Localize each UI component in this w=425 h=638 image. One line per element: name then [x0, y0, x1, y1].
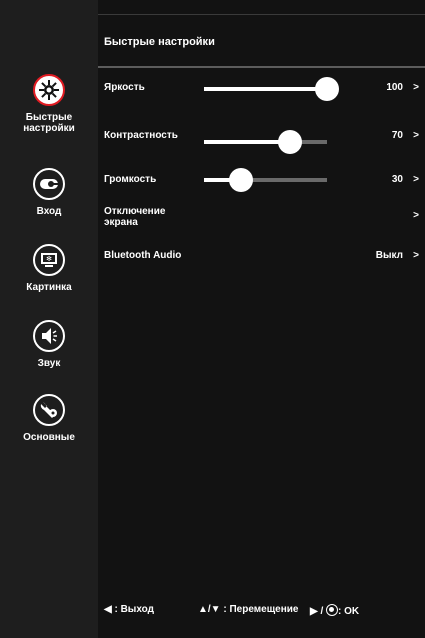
sidebar-item-label: Основные: [23, 432, 75, 443]
tools-icon: [33, 394, 65, 426]
setting-row-contrast[interactable]: Контрастность 70 >: [98, 130, 425, 154]
play-right-icon: ▶ /: [310, 606, 327, 617]
setting-value: 70: [391, 130, 403, 141]
key-hints-footer: ◀ : Выход ▲/▼ : Перемещение ▶ / : OK: [98, 604, 425, 624]
divider: [98, 14, 425, 15]
sidebar-item-general[interactable]: Основные: [0, 394, 98, 443]
navigate-hint: ▲/▼ : Перемещение: [198, 604, 299, 615]
ok-hint-label: : OK: [338, 606, 360, 617]
divider: [98, 66, 425, 68]
speaker-icon: [33, 320, 65, 352]
setting-row-bluetooth-audio[interactable]: Bluetooth Audio Выкл >: [98, 250, 425, 274]
ok-hint: ▶ / : OK: [310, 604, 359, 617]
gear-icon: [33, 74, 65, 106]
sidebar-item-label: Вход: [36, 206, 62, 217]
chevron-right-icon[interactable]: >: [413, 210, 419, 221]
sidebar-item-quick-settings[interactable]: Быстрые настройки: [0, 74, 98, 134]
slider-fill: [204, 87, 327, 91]
sidebar-item-label: Быстрые настройки: [23, 112, 75, 134]
input-icon: [33, 168, 65, 200]
sidebar-item-label: Картинка: [26, 282, 72, 293]
setting-value: 30: [391, 174, 403, 185]
sidebar-item-label: Звук: [37, 358, 61, 369]
sidebar-item-input[interactable]: Вход: [0, 168, 98, 217]
setting-label: Громкость: [104, 174, 157, 185]
setting-label: Контрастность: [104, 130, 178, 141]
page-title: Быстрые настройки: [104, 36, 215, 48]
setting-value: 100: [386, 82, 403, 93]
setting-label: Bluetooth Audio: [104, 250, 182, 261]
chevron-right-icon[interactable]: >: [413, 130, 419, 141]
chevron-right-icon[interactable]: >: [413, 82, 419, 93]
svg-text:✻: ✻: [46, 255, 52, 263]
setting-row-brightness[interactable]: Яркость 100 >: [98, 77, 425, 106]
picture-icon: ✻: [33, 244, 65, 276]
chevron-right-icon[interactable]: >: [413, 174, 419, 185]
volume-slider[interactable]: [204, 168, 327, 192]
ok-button-icon: [326, 604, 339, 616]
sidebar-item-picture[interactable]: ✻ Картинка: [0, 244, 98, 293]
slider-knob[interactable]: [315, 77, 339, 101]
setting-row-screen-off[interactable]: Отключение экрана >: [98, 206, 425, 232]
quick-settings-panel: Быстрые настройки Яркость 100 > Контраст…: [98, 0, 425, 638]
osd-screen: Быстрые настройки Вход ✻ Картинка Звук О…: [0, 0, 425, 638]
setting-row-volume[interactable]: Громкость 30 >: [98, 168, 425, 198]
chevron-right-icon[interactable]: >: [413, 250, 419, 261]
sidebar: Быстрые настройки Вход ✻ Картинка Звук О…: [0, 0, 98, 638]
contrast-slider[interactable]: [204, 130, 327, 154]
exit-hint: ◀ : Выход: [104, 604, 154, 615]
slider-knob[interactable]: [278, 130, 303, 154]
setting-label: Яркость: [104, 82, 145, 93]
setting-label: Отключение экрана: [104, 206, 166, 228]
slider-knob[interactable]: [228, 168, 253, 192]
brightness-slider[interactable]: [204, 77, 339, 101]
setting-value: Выкл: [375, 250, 403, 261]
sidebar-item-sound[interactable]: Звук: [0, 320, 98, 369]
